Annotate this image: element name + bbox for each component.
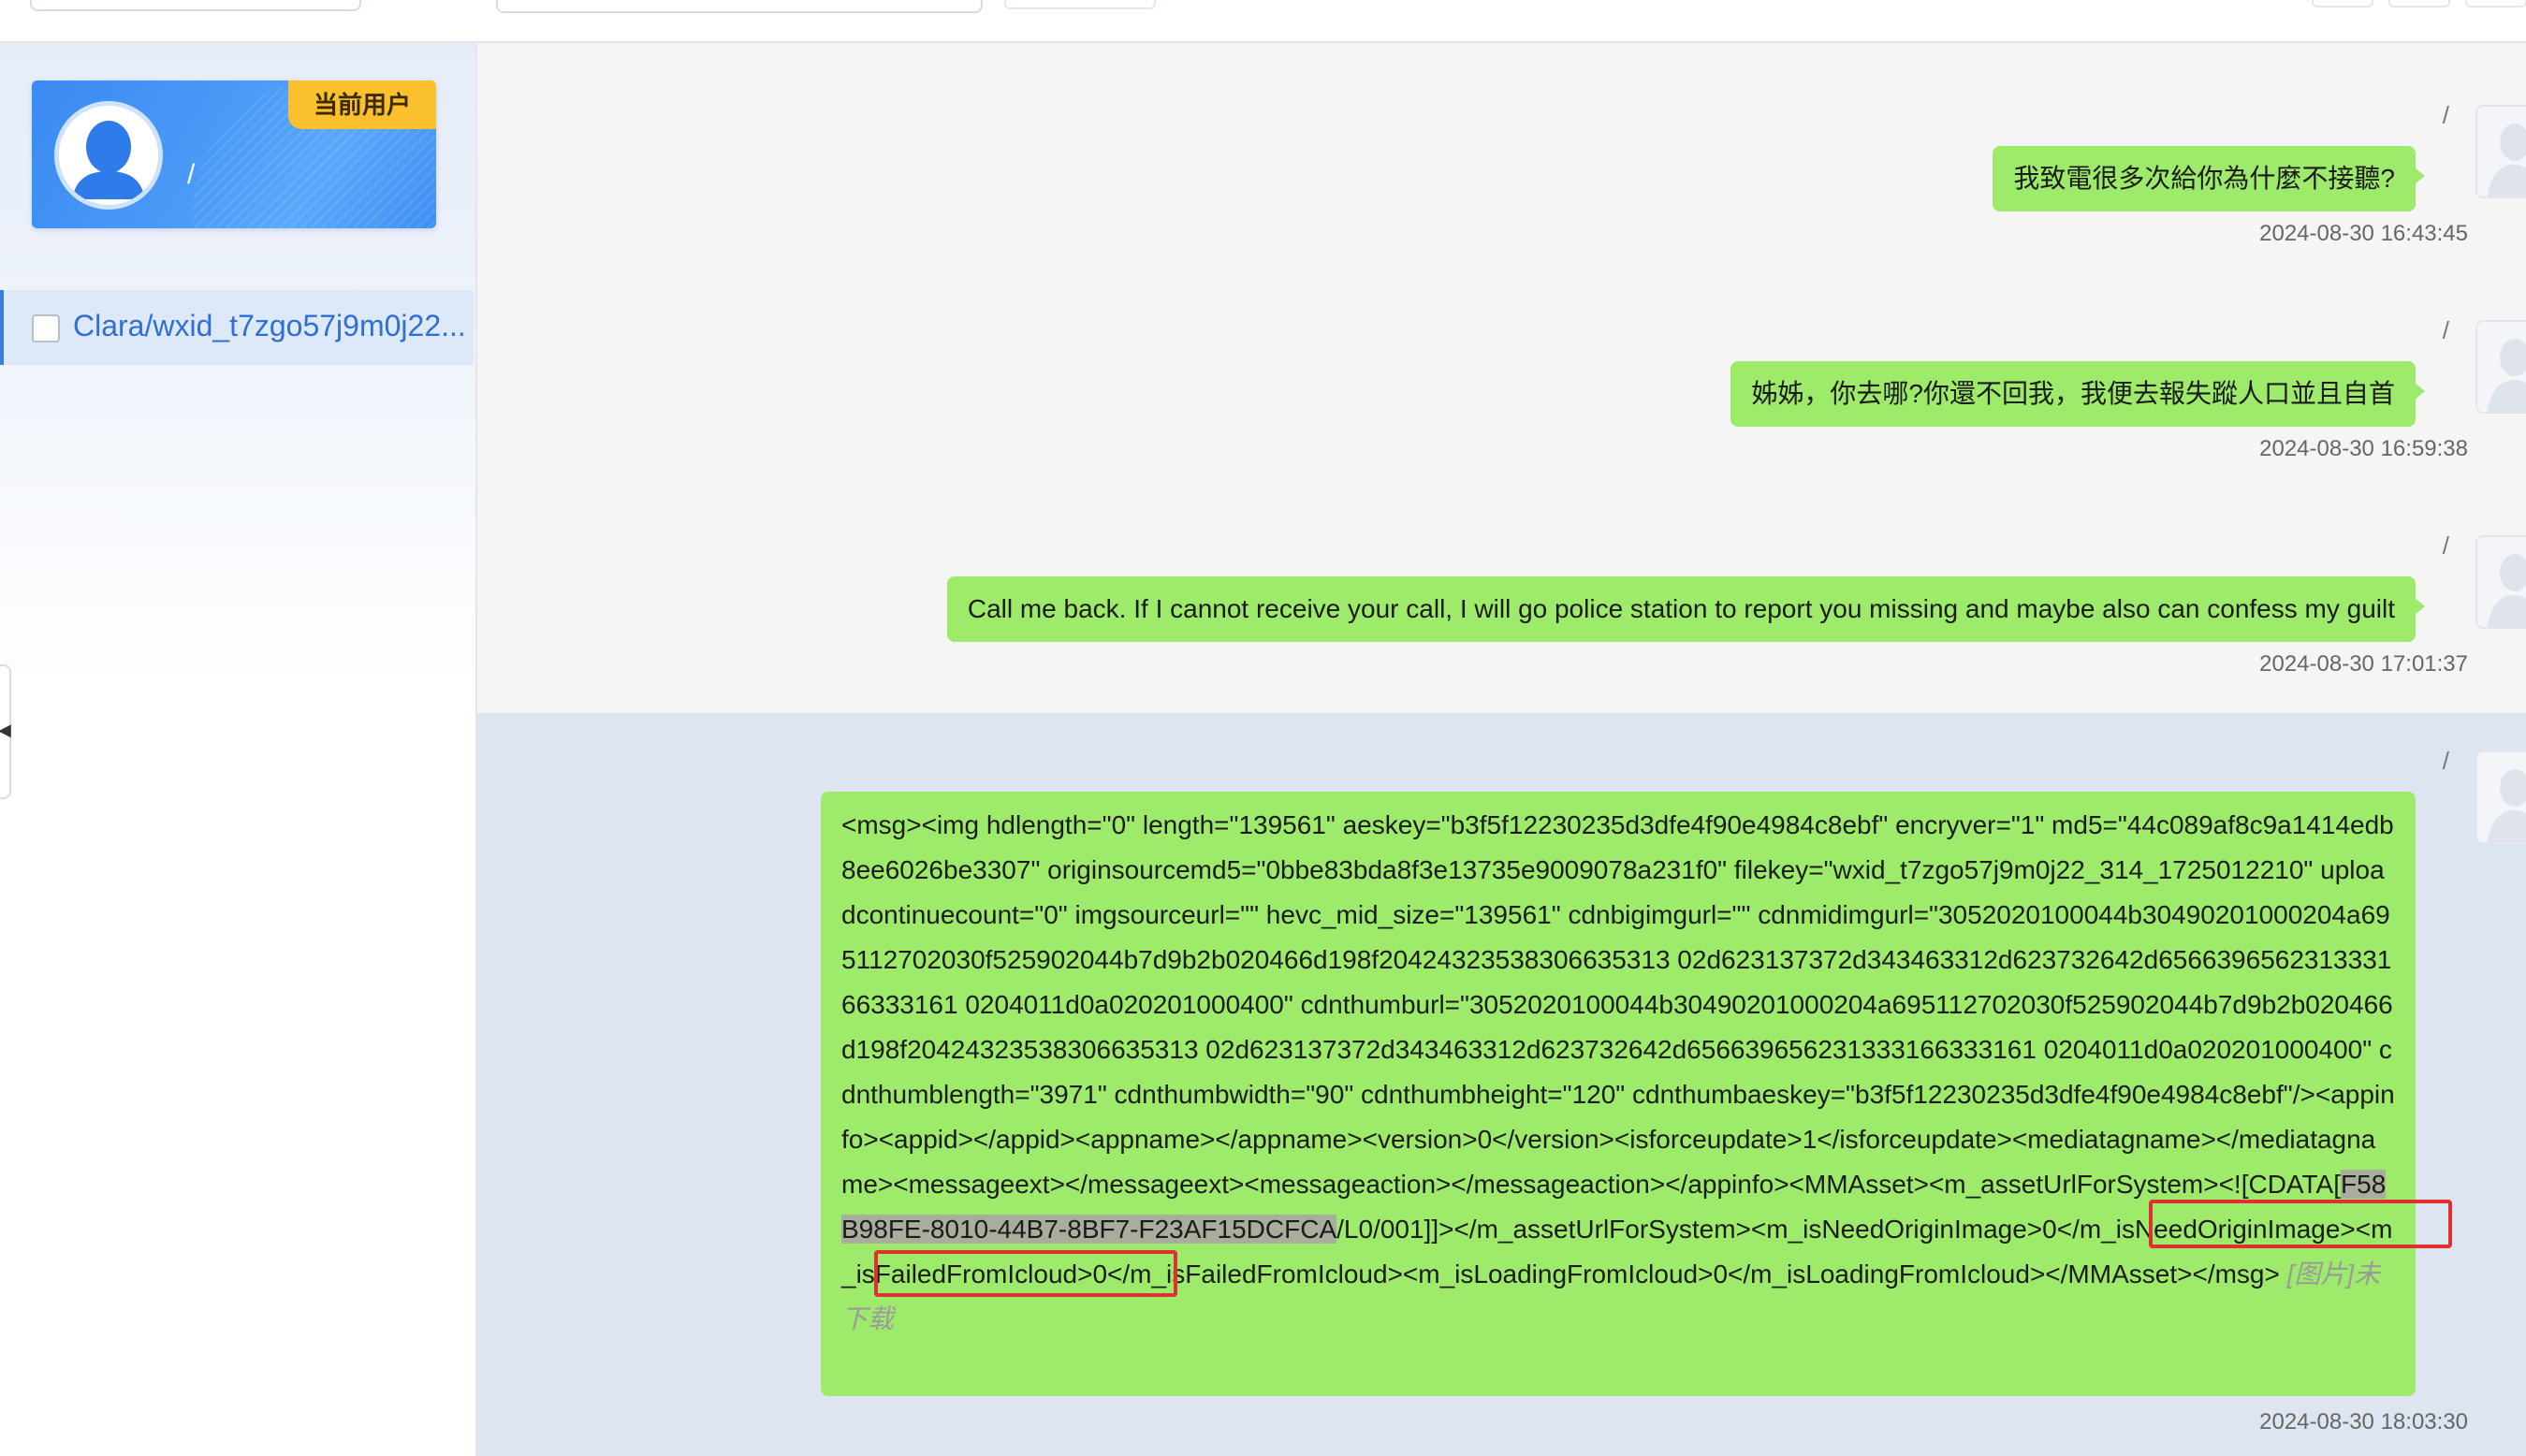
avatar bbox=[2475, 105, 2526, 198]
avatar bbox=[2475, 535, 2526, 629]
toolbar-icon-button[interactable] bbox=[2388, 0, 2450, 7]
message-timestamp: 2024-08-30 18:03:30 bbox=[2259, 1409, 2468, 1434]
contact-search-input[interactable] bbox=[30, 0, 361, 11]
user-silhouette-icon bbox=[2487, 124, 2526, 197]
contact-sidebar: 当前用户 / Clara/wxid_t7zgo57j9m0j22... ◀ bbox=[0, 43, 477, 1456]
avatar bbox=[2475, 750, 2526, 844]
xml-message-bubble[interactable]: <msg><img hdlength="0" length="139561" a… bbox=[821, 792, 2416, 1396]
user-silhouette-icon bbox=[2487, 339, 2526, 412]
sidebar-collapse-handle[interactable]: ◀ bbox=[0, 664, 11, 799]
toolbar-button[interactable] bbox=[1004, 0, 1156, 9]
contact-label: Clara/wxid_t7zgo57j9m0j22... bbox=[73, 309, 466, 342]
message-bubble[interactable]: Call me back. If I cannot receive your c… bbox=[946, 576, 2426, 642]
contact-item[interactable]: Clara/wxid_t7zgo57j9m0j22... bbox=[0, 290, 474, 365]
sender-name: / bbox=[2442, 101, 2449, 129]
message-bubble[interactable]: 姊姊，你去哪?你還不回我，我便去報失蹤人口並且自首 bbox=[1730, 361, 2425, 427]
current-user-card[interactable]: 当前用户 / bbox=[32, 80, 436, 228]
user-silhouette-icon bbox=[2487, 554, 2526, 627]
contact-checkbox[interactable] bbox=[32, 314, 60, 342]
message-timestamp: 2024-08-30 17:01:37 bbox=[2259, 651, 2468, 677]
chat-panel: / 我致電很多次給你為什麼不接聽? 2024-08-30 16:43:45 / … bbox=[477, 43, 2526, 1456]
avatar bbox=[54, 101, 163, 210]
avatar bbox=[2475, 320, 2526, 414]
message-search-input[interactable] bbox=[496, 0, 983, 13]
user-silhouette-icon bbox=[59, 106, 158, 205]
current-user-badge: 当前用户 bbox=[288, 80, 436, 129]
sender-name: / bbox=[2442, 747, 2449, 775]
xml-text: <msg><img hdlength="0" length="139561" a… bbox=[841, 810, 2395, 1199]
toolbar-icon-button[interactable] bbox=[2465, 0, 2526, 7]
top-toolbar bbox=[0, 0, 2526, 43]
message-bubble[interactable]: 我致電很多次給你為什麼不接聽? bbox=[1993, 146, 2425, 211]
sender-name: / bbox=[2442, 531, 2449, 560]
annotation-box bbox=[874, 1250, 1177, 1297]
user-silhouette-icon bbox=[2487, 769, 2526, 842]
message-timestamp: 2024-08-30 16:59:38 bbox=[2259, 436, 2468, 461]
chevron-left-icon: ◀ bbox=[0, 721, 11, 739]
sender-name: / bbox=[2442, 316, 2449, 344]
annotation-box bbox=[2149, 1200, 2452, 1248]
message-timestamp: 2024-08-30 16:43:45 bbox=[2259, 221, 2468, 246]
toolbar-icon-button[interactable] bbox=[2312, 0, 2373, 7]
current-user-name: / bbox=[187, 159, 196, 190]
